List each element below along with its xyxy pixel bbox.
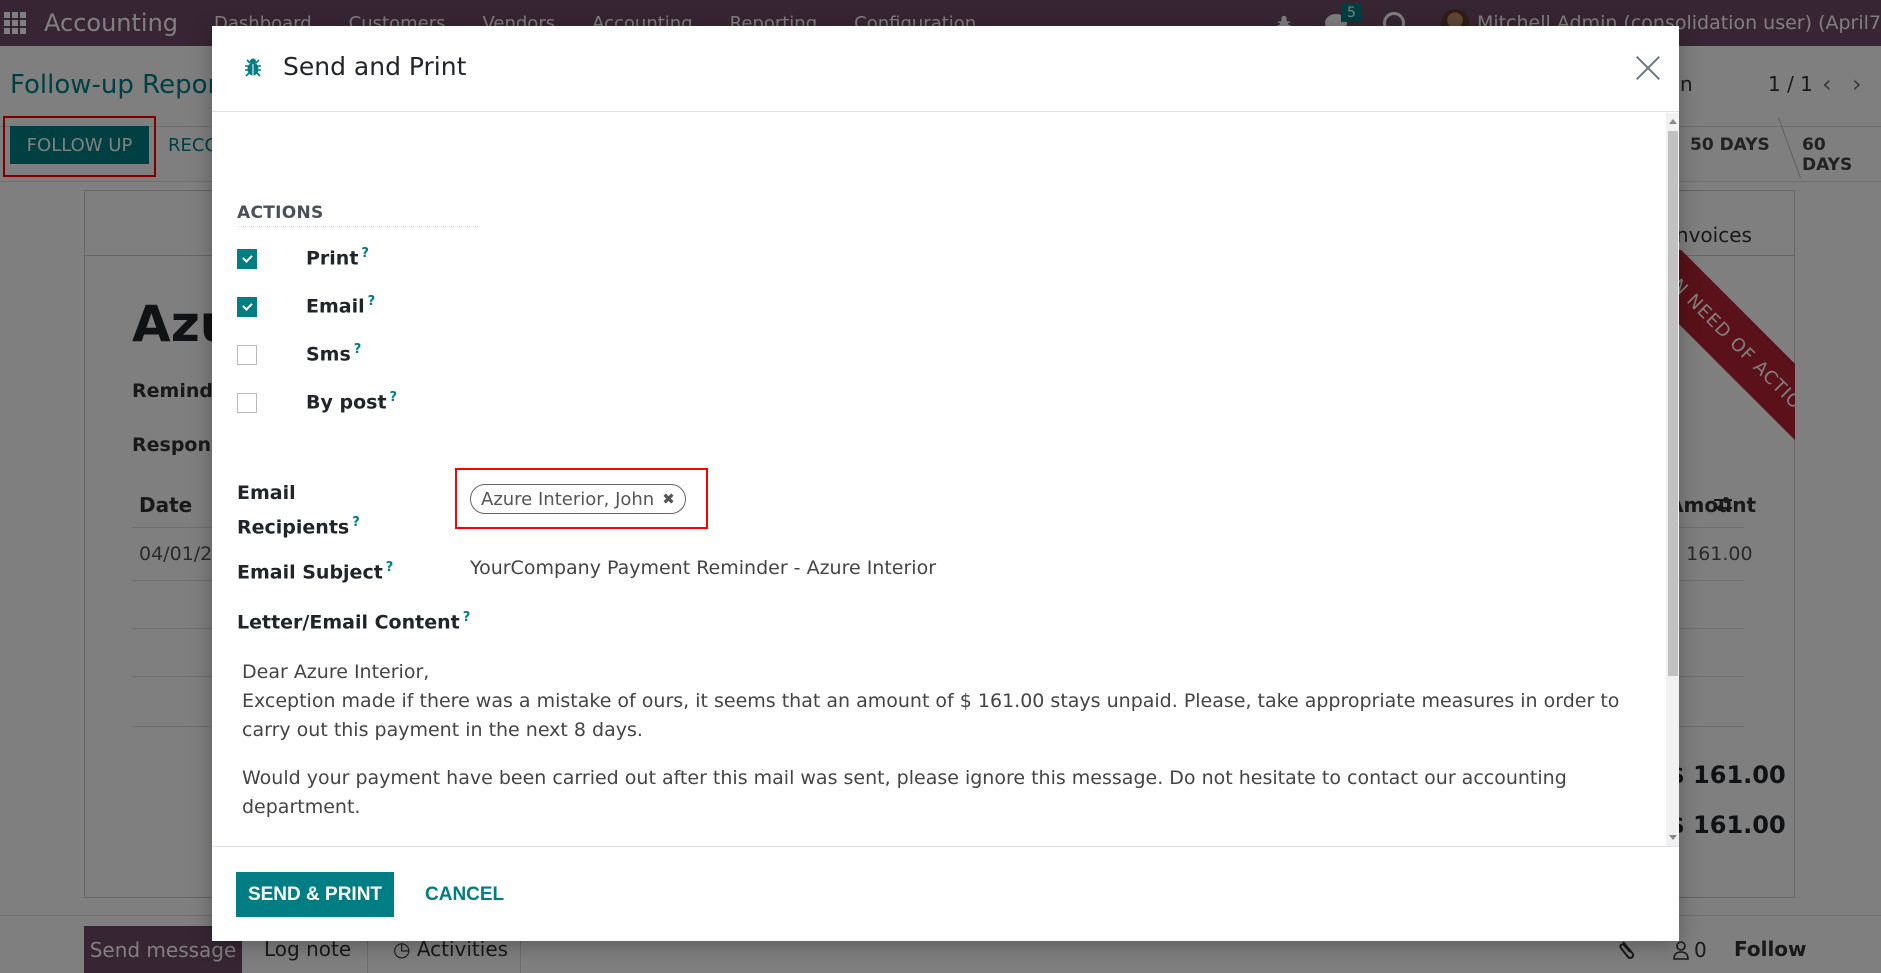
debug-bug-icon[interactable]: [242, 56, 264, 78]
help-tooltip-icon[interactable]: ?: [463, 610, 471, 625]
recipient-tag-label: Azure Interior, John: [481, 488, 655, 510]
letter-paragraph: Exception made if there was a mistake of…: [242, 690, 1620, 741]
help-tooltip-icon[interactable]: ?: [352, 515, 360, 530]
content-label: Letter/Email Content?: [237, 610, 471, 634]
scrollbar-thumb[interactable]: [1668, 131, 1678, 676]
dialog-body: ACTIONS Print? Email? Sms? By post? Emai…: [212, 113, 1666, 846]
dialog-footer: SEND & PRINT CANCEL: [212, 846, 1679, 941]
print-label: Print?: [306, 246, 369, 270]
cancel-button[interactable]: CANCEL: [413, 872, 516, 917]
by-post-label: By post?: [306, 390, 398, 414]
sms-checkbox[interactable]: [237, 345, 257, 365]
recipient-tag: Azure Interior, John ✖: [470, 484, 686, 514]
email-checkbox[interactable]: [237, 297, 257, 317]
help-tooltip-icon[interactable]: ?: [361, 246, 369, 261]
email-label: Email?: [306, 294, 376, 318]
letter-paragraph: Would your payment have been carried out…: [242, 767, 1567, 818]
print-checkbox[interactable]: [237, 249, 257, 269]
email-subject-input[interactable]: YourCompany Payment Reminder - Azure Int…: [470, 557, 936, 579]
email-recipients-label: Email Recipients?: [237, 482, 360, 539]
dialog-scrollbar[interactable]: [1666, 113, 1679, 846]
help-tooltip-icon[interactable]: ?: [354, 342, 362, 357]
dialog-title: Send and Print: [283, 52, 467, 81]
action-by-post-row: By post?: [237, 390, 397, 413]
scroll-down-arrow-icon[interactable]: [1669, 835, 1677, 840]
divider: [237, 226, 480, 227]
action-print-row: Print?: [237, 246, 369, 269]
close-icon[interactable]: [1634, 54, 1662, 82]
scroll-up-arrow-icon[interactable]: [1669, 119, 1677, 124]
actions-section-title: ACTIONS: [237, 203, 324, 223]
send-and-print-dialog: Send and Print ACTIONS Print? Email? Sms…: [212, 26, 1679, 941]
send-and-print-button[interactable]: SEND & PRINT: [236, 872, 394, 917]
action-sms-row: Sms?: [237, 342, 361, 365]
letter-greeting: Dear Azure Interior,: [242, 661, 430, 683]
remove-tag-icon[interactable]: ✖: [662, 490, 675, 508]
sms-label: Sms?: [306, 342, 362, 366]
help-tooltip-icon[interactable]: ?: [386, 560, 394, 575]
by-post-checkbox[interactable]: [237, 393, 257, 413]
help-tooltip-icon[interactable]: ?: [390, 390, 398, 405]
help-tooltip-icon[interactable]: ?: [368, 294, 376, 309]
email-subject-label: Email Subject?: [237, 560, 394, 584]
dialog-header: Send and Print: [212, 26, 1679, 112]
action-email-row: Email?: [237, 294, 375, 317]
letter-content-editor[interactable]: Dear Azure Interior, Exception made if t…: [242, 658, 1632, 846]
